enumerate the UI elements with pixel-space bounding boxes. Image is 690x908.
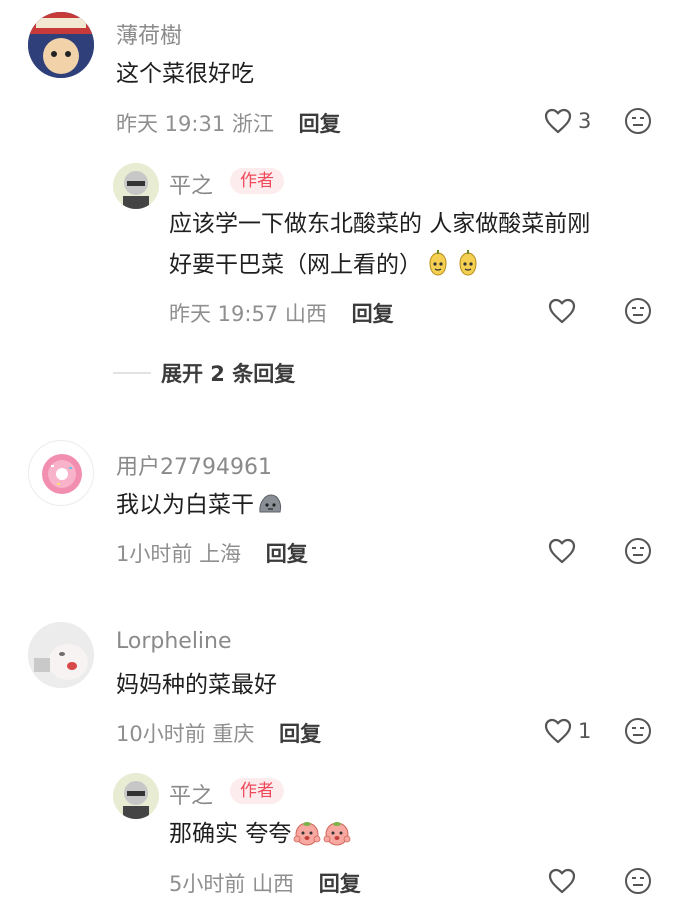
- heart-outline-icon: [548, 298, 576, 324]
- comment-username[interactable]: Lorpheline: [116, 629, 232, 654]
- reply-text-line1: 应该学一下做东北酸菜的 人家做酸菜前刚: [169, 211, 591, 237]
- reply-meta: 昨天 19:57 山西 回复: [169, 298, 394, 328]
- comment-location: 重庆: [212, 722, 255, 746]
- avatar[interactable]: [28, 12, 94, 78]
- meh-face-icon: [625, 298, 651, 324]
- reply-text-line2: 好要干巴菜（网上看的）: [169, 244, 482, 286]
- peach-cheer-emoji: [293, 822, 321, 846]
- reply-meta: 5小时前 山西 回复: [169, 868, 361, 898]
- avatar[interactable]: [28, 440, 94, 506]
- dislike-button[interactable]: [624, 107, 652, 139]
- like-button[interactable]: [548, 538, 576, 568]
- reply-avatar[interactable]: [113, 773, 159, 819]
- heart-outline-icon: [548, 868, 576, 894]
- comment-username[interactable]: 薄荷樹: [116, 18, 182, 50]
- author-badge: 作者: [230, 778, 284, 804]
- reply-button[interactable]: 回复: [299, 112, 341, 136]
- heart-outline-icon: [548, 538, 576, 564]
- expand-replies-button[interactable]: 展开 2 条回复: [113, 358, 295, 388]
- meh-face-icon: [625, 538, 651, 564]
- reply-button[interactable]: 回复: [266, 542, 308, 566]
- peach-cheer-emoji: [323, 822, 351, 846]
- dislike-button[interactable]: [624, 297, 652, 329]
- comment-meta: 1小时前 上海 回复: [116, 538, 308, 568]
- heart-outline-icon: [544, 718, 572, 744]
- comment-time: 昨天 19:31: [116, 112, 226, 136]
- reply-text: 那确实 夸夸: [169, 813, 351, 855]
- reply-location: 山西: [252, 872, 295, 896]
- like-button[interactable]: 3: [544, 108, 591, 134]
- dislike-button[interactable]: [624, 717, 652, 749]
- comment-text: 我以为白菜干: [116, 484, 284, 526]
- reply-button[interactable]: 回复: [279, 722, 321, 746]
- like-button[interactable]: 1: [544, 718, 591, 744]
- reply-time: 5小时前: [169, 872, 246, 896]
- comment-username[interactable]: 用户27794961: [116, 449, 272, 481]
- dislike-button[interactable]: [624, 537, 652, 569]
- comment-time: 1小时前: [116, 542, 193, 566]
- dislike-button[interactable]: [624, 867, 652, 899]
- gray-rock-emoji: [259, 494, 281, 513]
- divider: [113, 372, 151, 374]
- reply-button[interactable]: 回复: [352, 302, 394, 326]
- comment-time: 10小时前: [116, 722, 206, 746]
- reply-location: 山西: [284, 302, 327, 326]
- comment-meta: 10小时前 重庆 回复: [116, 718, 321, 748]
- meh-face-icon: [625, 108, 651, 134]
- reply-text-content: 那确实 夸夸: [169, 821, 292, 847]
- heart-outline-icon: [544, 108, 572, 134]
- like-button[interactable]: [548, 868, 576, 898]
- reply-username[interactable]: 平之: [169, 778, 213, 810]
- expand-replies-label: 展开 2 条回复: [161, 362, 296, 386]
- comment-text: 这个菜很好吃: [116, 61, 254, 87]
- author-badge: 作者: [230, 168, 284, 194]
- yellow-pear-emoji: [459, 250, 477, 276]
- reply-text-line2-content: 好要干巴菜（网上看的）: [169, 252, 422, 278]
- reply-username[interactable]: 平之: [169, 168, 213, 200]
- meh-face-icon: [625, 718, 651, 744]
- comment-location: 浙江: [231, 112, 274, 136]
- comment-meta: 昨天 19:31 浙江 回复: [116, 108, 341, 138]
- comment-text-content: 我以为白菜干: [116, 492, 254, 518]
- comment-text: 妈妈种的菜最好: [116, 672, 277, 698]
- like-button[interactable]: [548, 298, 576, 328]
- meh-face-icon: [625, 868, 651, 894]
- like-count: 1: [578, 719, 592, 743]
- reply-button[interactable]: 回复: [319, 872, 361, 896]
- reply-time: 昨天 19:57: [169, 302, 279, 326]
- like-count: 3: [578, 109, 592, 133]
- reply-avatar[interactable]: [113, 163, 159, 209]
- comment-location: 上海: [199, 542, 242, 566]
- yellow-pear-emoji: [429, 250, 447, 276]
- avatar[interactable]: [28, 622, 94, 688]
